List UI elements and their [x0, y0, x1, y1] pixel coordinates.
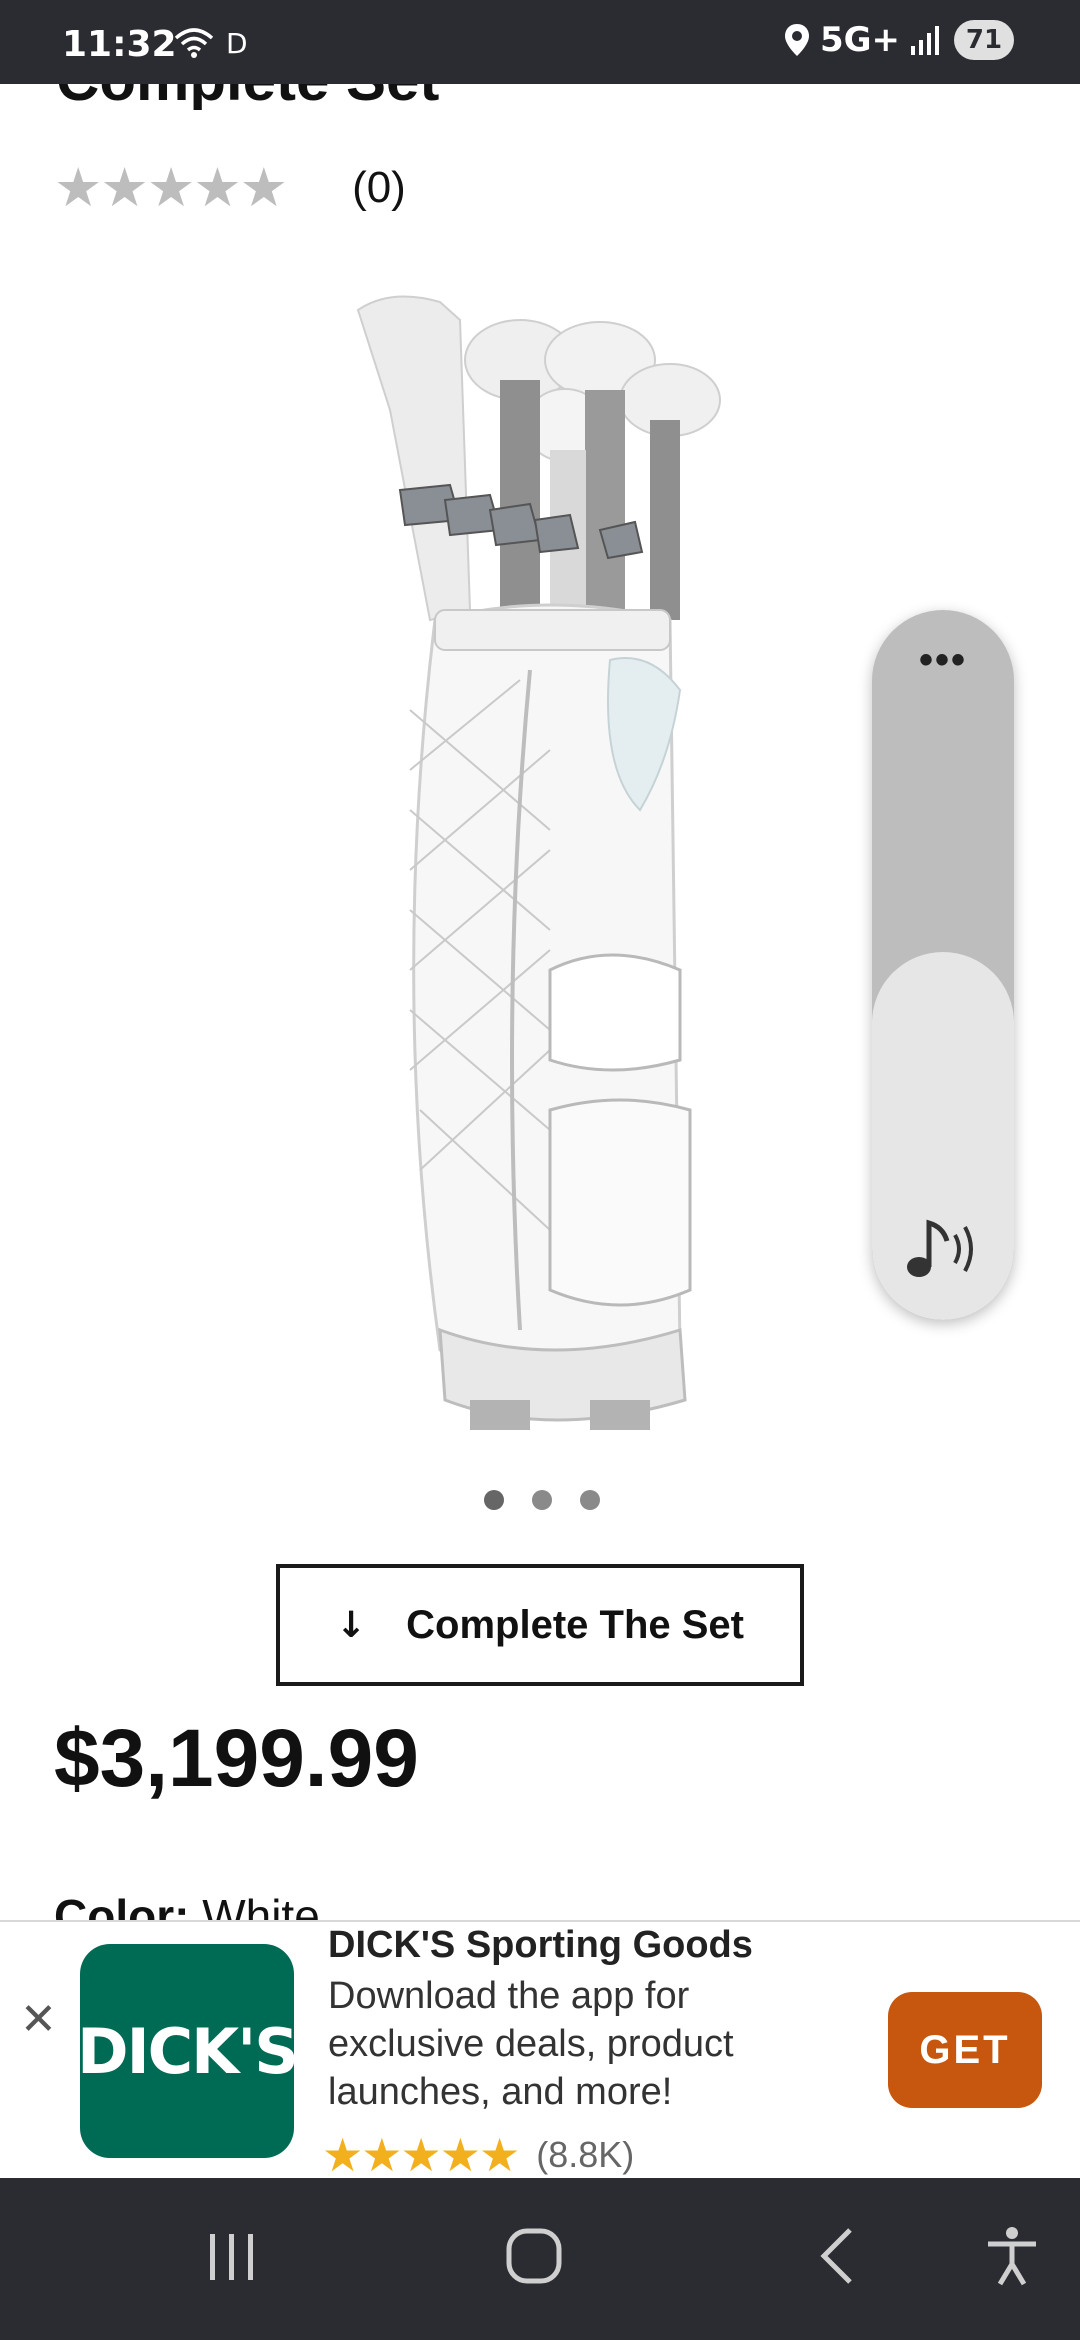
rating-stars-icon: ★★★★★ [54, 156, 288, 219]
app-rating: ★★★★★ (8.8K) [322, 2132, 634, 2178]
product-title-text: Complete Set [56, 84, 656, 110]
rating-stars-icon: ★★★★★ [322, 2132, 520, 2178]
wifi-icon [174, 28, 214, 58]
get-app-button[interactable]: GET [888, 1992, 1042, 2108]
complete-the-set-button[interactable]: ↓ Complete The Set [276, 1564, 804, 1686]
product-rating[interactable]: ★★★★★ (0) [54, 156, 406, 219]
status-right: 5G+ 71 [784, 20, 1014, 60]
back-icon[interactable] [806, 2224, 870, 2288]
music-widget-slider[interactable] [872, 952, 1014, 1320]
signal-icon [911, 26, 939, 55]
system-nav-bar [0, 2178, 1080, 2340]
carousel-dot[interactable] [532, 1490, 552, 1510]
product-title: Complete Set [56, 84, 656, 110]
music-note-sound-icon[interactable] [872, 1213, 1014, 1288]
accessibility-icon[interactable] [980, 2224, 1044, 2288]
complete-the-set-label: Complete The Set [406, 1602, 744, 1647]
carousel-dots [484, 1490, 600, 1510]
carousel-dot[interactable] [484, 1490, 504, 1510]
color-label: Color: [54, 1890, 190, 1924]
home-icon[interactable] [502, 2224, 566, 2288]
color-selection-label: Color: White [54, 1886, 320, 1924]
app-rating-count: (8.8K) [536, 2134, 635, 2175]
status-bar: 11:32 D 5G+ 71 [0, 0, 1080, 84]
review-count: (0) [352, 162, 406, 212]
more-icon[interactable]: ••• [872, 640, 1014, 680]
color-value: White [202, 1890, 320, 1924]
arrow-down-icon: ↓ [335, 1604, 367, 1646]
dicks-app-logo: DICK'S [77, 1944, 299, 2158]
product-image[interactable] [350, 290, 750, 1450]
status-time: 11:32 [62, 24, 177, 65]
network-type: 5G+ [819, 20, 900, 60]
app-name: DICK'S Sporting Goods [328, 1924, 753, 1966]
floating-music-widget[interactable]: ••• [872, 610, 1014, 1320]
carousel-dot[interactable] [580, 1490, 600, 1510]
golf-bag-image [356, 295, 721, 1430]
product-price: $3,199.99 [54, 1713, 419, 1804]
status-indicator-d: D [226, 26, 248, 60]
close-icon[interactable]: ✕ [20, 1994, 57, 2045]
location-icon [784, 24, 809, 56]
app-description: Download the app for exclusive deals, pr… [328, 1975, 734, 2113]
battery-indicator: 71 [954, 20, 1014, 60]
recent-apps-icon[interactable] [200, 2224, 264, 2288]
status-left-icons: D [174, 26, 248, 60]
